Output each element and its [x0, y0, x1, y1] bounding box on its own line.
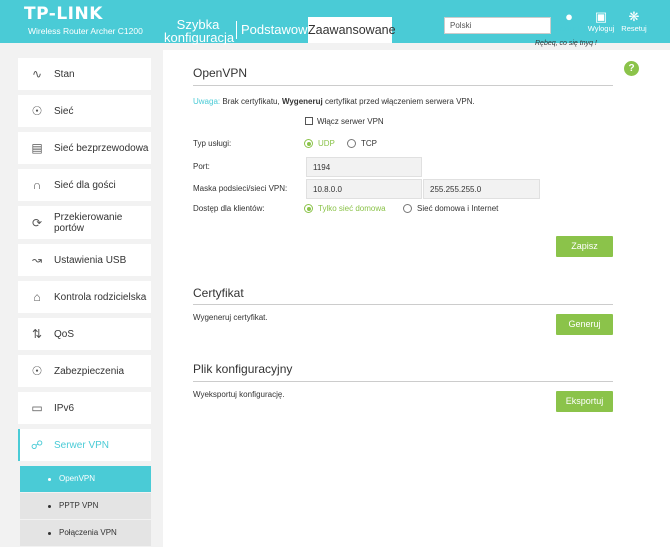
- config-file-title: Plik konfiguracyjny: [193, 362, 293, 376]
- bullet-icon: [48, 532, 51, 535]
- globe-icon: ☉: [31, 104, 43, 118]
- subitem-label: OpenVPN: [59, 474, 96, 483]
- home-and-internet-label: Sieć domowa i Internet: [417, 204, 499, 213]
- logout-label: Wyloguj: [587, 24, 615, 33]
- reboot-icon: ❋: [628, 9, 640, 24]
- sidebar-subitem-vpn-connections[interactable]: Połączenia VPN: [20, 520, 151, 546]
- tab-quick-setup-line2: konfiguracja: [164, 30, 235, 45]
- sidebar-item-label: Serwer VPN: [54, 440, 110, 451]
- reboot-button[interactable]: ❋ Resetuj: [619, 9, 649, 34]
- udp-radio[interactable]: [304, 139, 313, 148]
- sidebar-item-label: Przekierowanie: [54, 212, 123, 223]
- help-icon[interactable]: ?: [624, 61, 639, 76]
- certificate-text: Wygeneruj certyfikat.: [193, 313, 268, 322]
- status-icon: ∿: [31, 67, 43, 81]
- subitem-label: PPTP VPN: [59, 501, 99, 510]
- sidebar-item-label: Stan: [54, 69, 75, 80]
- sidebar-subitem-pptp[interactable]: PPTP VPN: [20, 493, 151, 519]
- sidebar-subitem-openvpn[interactable]: OpenVPN: [20, 466, 151, 492]
- export-button[interactable]: Eksportuj: [556, 391, 613, 412]
- service-type-label: Typ usługi:: [193, 139, 232, 148]
- vpn-netmask-input[interactable]: 255.255.255.0: [423, 179, 540, 199]
- usb-icon: ↝: [31, 253, 43, 267]
- top-header: TP-LINK Wireless Router Archer C1200 Szy…: [0, 0, 670, 45]
- guest-icon: ∩: [32, 178, 42, 192]
- reboot-label: Resetuj: [621, 24, 647, 33]
- tcp-radio[interactable]: [347, 139, 356, 148]
- tp-link-logo: TP-LINK: [24, 4, 103, 24]
- sidebar-item-vpn-server[interactable]: ☍ Serwer VPN: [18, 429, 151, 461]
- qos-icon: ⇅: [31, 327, 43, 341]
- vpn-mask-label: Maska podsieci/sieci VPN:: [193, 184, 288, 193]
- nat-icon: ⟳: [31, 216, 43, 230]
- certificate-title: Certyfikat: [193, 286, 244, 300]
- sidebar-item-label: Sieć dla gości: [54, 180, 116, 191]
- tab-advanced[interactable]: Zaawansowane: [308, 17, 396, 43]
- sidebar-item-parental[interactable]: ⌂ Kontrola rodzicielska: [18, 281, 151, 313]
- logout-icon: ▣: [594, 9, 608, 24]
- home-network-only-radio[interactable]: [304, 204, 313, 213]
- client-access-label: Dostęp dla klientów:: [193, 204, 265, 213]
- sidebar-item-label: Sieć: [54, 106, 74, 117]
- note-bold: Wygeneruj: [281, 97, 323, 106]
- upgrade-button[interactable]: ● Uaktualnij: [554, 9, 587, 34]
- sidebar-item-status[interactable]: ∿ Stan: [18, 58, 151, 90]
- sidebar-item-wireless[interactable]: ▤ Sieć bezprzewodowa: [18, 132, 151, 164]
- tcp-label: TCP: [361, 139, 377, 148]
- config-file-text: Wyeksportuj konfigurację.: [193, 390, 285, 399]
- wireless-icon: ▤: [31, 141, 43, 155]
- openvpn-title: OpenVPN: [193, 66, 248, 80]
- language-select[interactable]: Polski: [444, 17, 551, 34]
- home-network-only-label: Tylko sieć domowa: [318, 204, 386, 213]
- sidebar-item-port-forwarding[interactable]: ⟳ Przekierowanie portów: [18, 206, 151, 239]
- vpn-subnet-input[interactable]: 10.8.0.0: [306, 179, 422, 199]
- section-divider: [193, 85, 613, 86]
- enable-vpn-checkbox[interactable]: [305, 117, 313, 125]
- logout-button[interactable]: ▣ Wyloguj: [586, 9, 616, 34]
- sidebar-item-label: IPv6: [54, 403, 75, 414]
- save-button[interactable]: Zapisz: [556, 236, 613, 257]
- tab-quick-setup[interactable]: Szybka konfiguracja: [164, 18, 235, 45]
- sidebar-item-qos[interactable]: ⇅ QoS: [18, 318, 151, 350]
- port-input[interactable]: 1194: [306, 157, 422, 177]
- sidebar-item-usb[interactable]: ↝ Ustawienia USB: [18, 244, 151, 276]
- sidebar-item-label: QoS: [54, 329, 75, 340]
- sidebar-item-label: Ustawienia USB: [54, 255, 127, 266]
- sidebar-item-label: portów: [54, 223, 85, 234]
- subitem-label: Połączenia VPN: [59, 528, 117, 537]
- enable-vpn-label: Włącz serwer VPN: [317, 117, 384, 126]
- note-text-1: Brak certyfikatu,: [222, 97, 280, 106]
- openvpn-note: Uwaga: Brak certyfikatu, Wygeneruj certy…: [193, 97, 475, 106]
- sidebar-item-security[interactable]: ☉ Zabezpieczenia: [18, 355, 151, 387]
- section-divider: [193, 304, 613, 305]
- sidebar-item-label: Kontrola rodzicielska: [54, 292, 147, 303]
- vpn-icon: ☍: [30, 438, 44, 452]
- tab-basic[interactable]: Podstawowe: [241, 23, 315, 50]
- upgrade-label: Uaktualnij: [554, 24, 587, 33]
- bullet-icon: [48, 478, 51, 481]
- note-label: Uwaga:: [193, 97, 221, 106]
- sidebar-item-ipv6[interactable]: ▭ IPv6: [18, 392, 151, 424]
- sidebar-item-guest[interactable]: ∩ Sieć dla gości: [18, 169, 151, 201]
- parental-icon: ⌂: [33, 290, 41, 304]
- generate-button[interactable]: Generuj: [556, 314, 613, 335]
- note-text-2: certyfikat przed włączeniem serwera VPN.: [324, 97, 475, 106]
- bell-icon: ●: [565, 9, 573, 24]
- ipv6-icon: ▭: [31, 401, 43, 415]
- bullet-icon: [48, 505, 51, 508]
- router-model: Wireless Router Archer C1200: [28, 26, 143, 36]
- sidebar-item-label: Sieć bezprzewodowa: [54, 143, 149, 154]
- main-panel: OpenVPN Uwaga: Brak certyfikatu, Wygener…: [163, 50, 670, 547]
- watermark: Rębeq, co się tnyq !: [535, 40, 597, 47]
- shield-icon: ☉: [31, 364, 43, 378]
- port-label: Port:: [193, 162, 210, 171]
- home-and-internet-radio[interactable]: [403, 204, 412, 213]
- tab-divider: [236, 21, 237, 39]
- sidebar-item-network[interactable]: ☉ Sieć: [18, 95, 151, 127]
- sidebar-item-label-wrap: Przekierowanie portów: [54, 212, 122, 234]
- section-divider: [193, 381, 613, 382]
- sidebar-item-label: Zabezpieczenia: [54, 366, 125, 377]
- udp-label: UDP: [318, 139, 335, 148]
